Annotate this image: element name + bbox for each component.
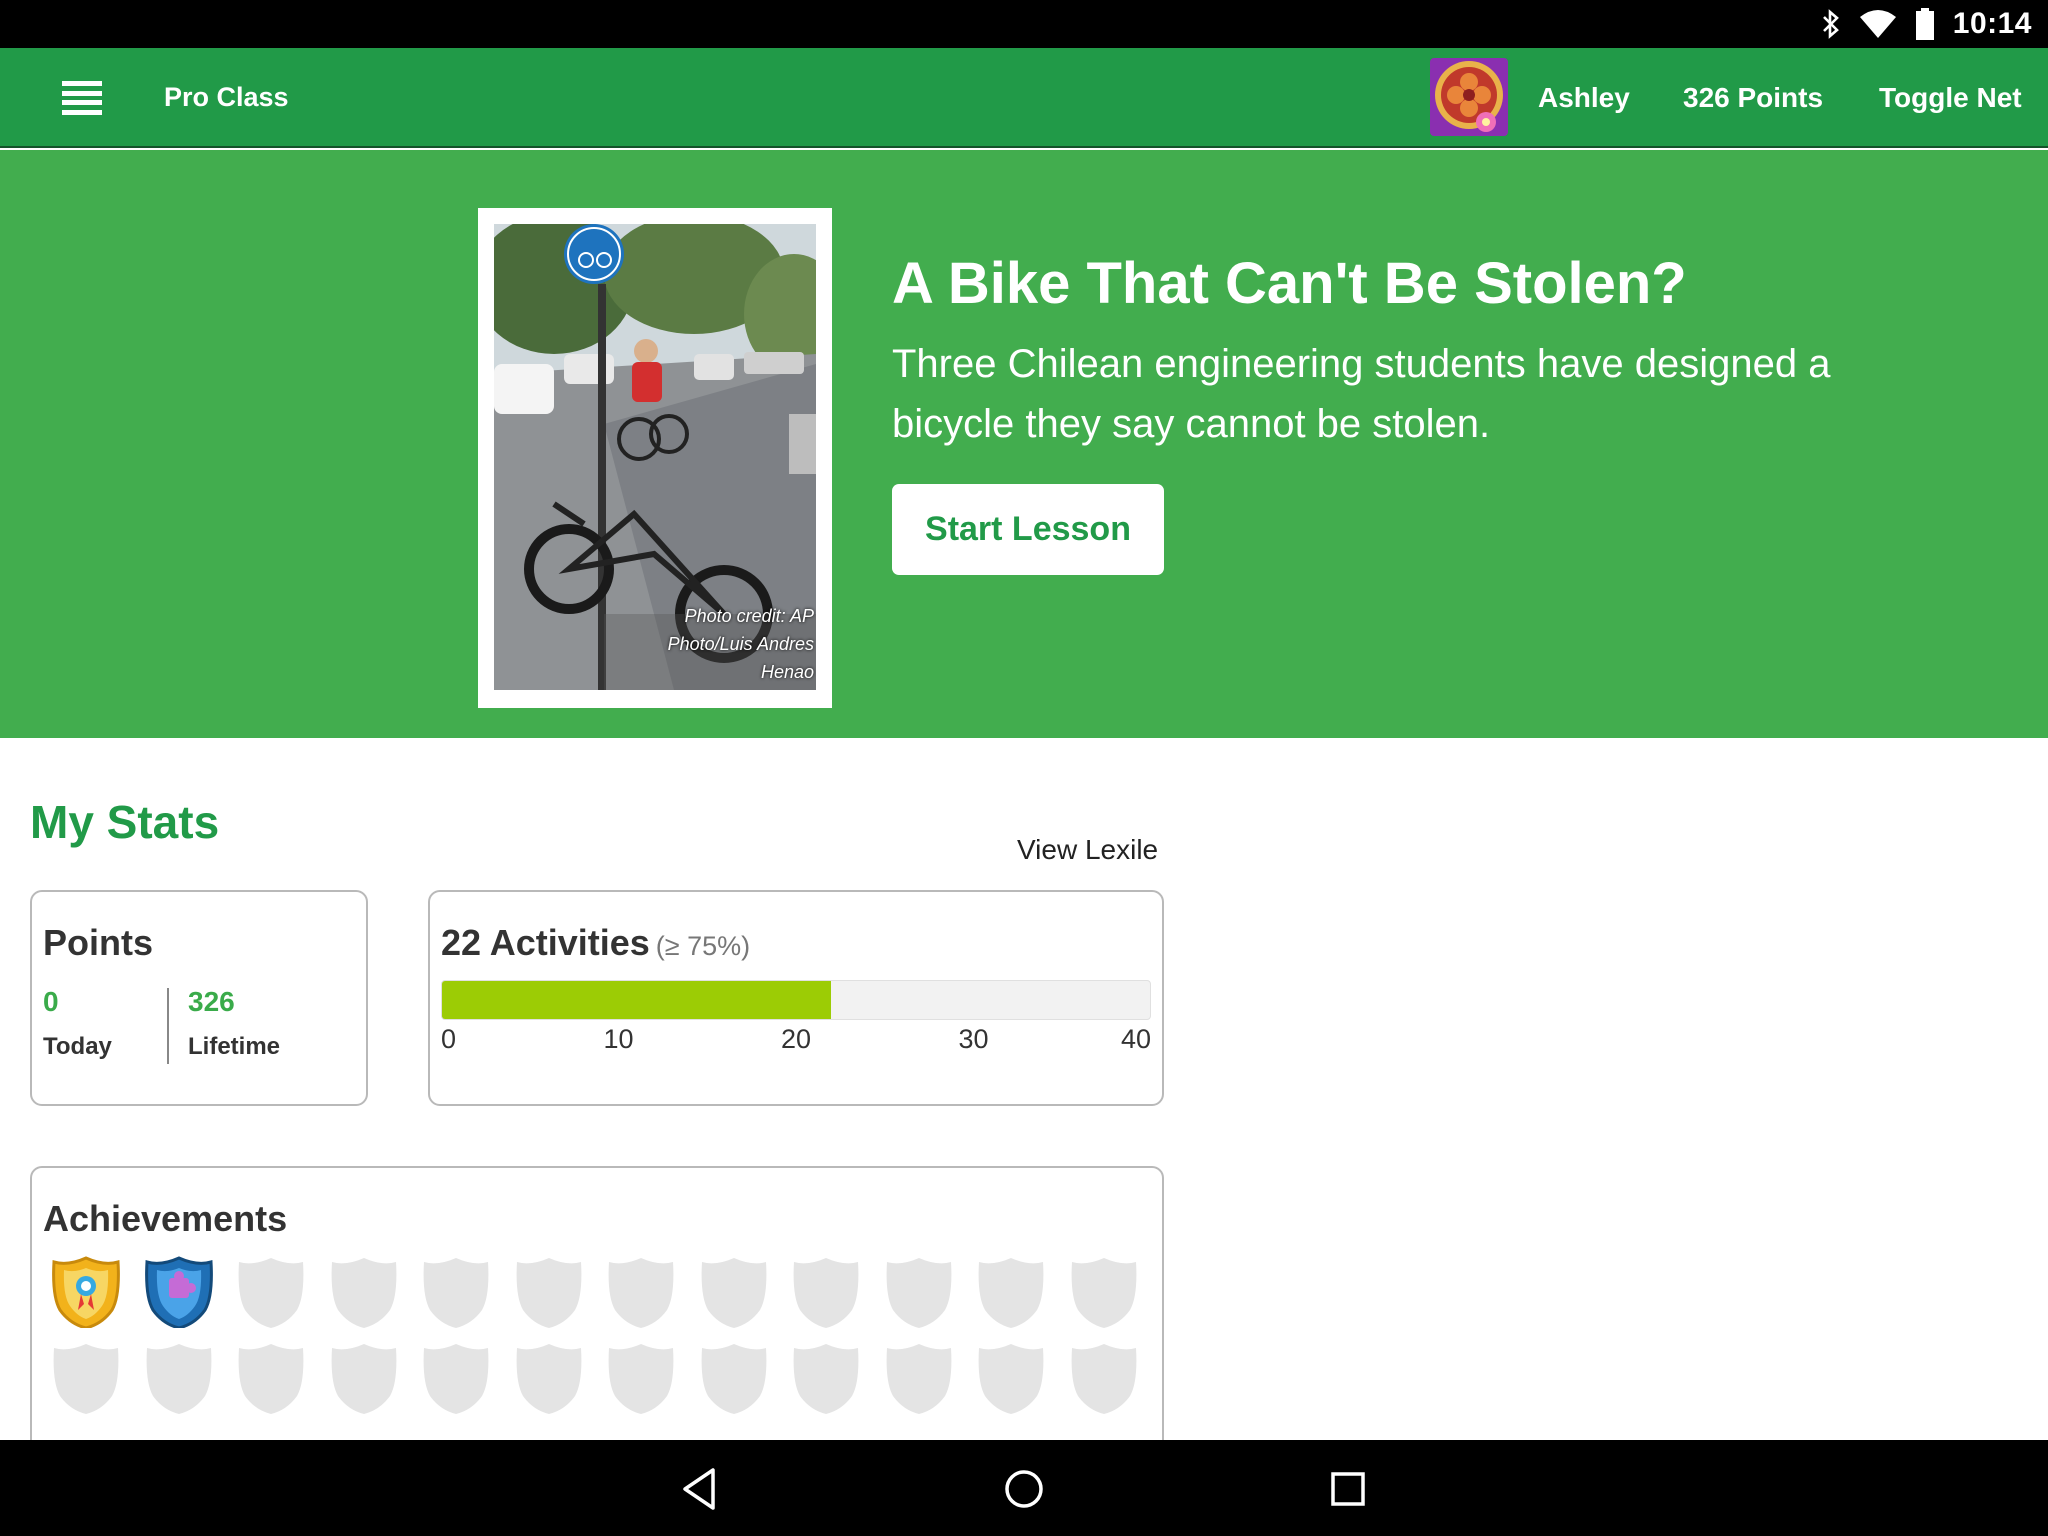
- progress-tick: 20: [780, 1024, 812, 1054]
- points-today: 0 Today: [43, 986, 112, 1061]
- points-card: Points 0 Today 326 Lifetime: [30, 890, 368, 1106]
- activities-card: 22 Activities (≥ 75%) 0 10 20 30 40: [428, 890, 1164, 1106]
- points-card-title: Points: [43, 922, 154, 963]
- battery-icon: [1915, 8, 1934, 40]
- locked-achievement-icon[interactable]: [885, 1342, 953, 1414]
- clock: 10:14: [1952, 7, 2032, 40]
- lesson-summary: Three Chilean engineering students have …: [892, 342, 1831, 446]
- locked-achievement-icon[interactable]: [515, 1342, 583, 1414]
- lesson-photo: Photo credit: AP Photo/Luis Andres Henao: [494, 224, 816, 690]
- my-stats-heading: My Stats: [30, 796, 220, 848]
- progress-tick: 10: [603, 1024, 634, 1054]
- class-name[interactable]: Pro Class: [164, 82, 289, 113]
- points-lifetime: 326 Lifetime: [188, 986, 280, 1061]
- activities-progress-fill: [442, 981, 832, 1019]
- activities-count: 22 Activities: [441, 922, 650, 963]
- recents-icon[interactable]: [1323, 1464, 1373, 1514]
- user-name[interactable]: Ashley: [1538, 82, 1630, 114]
- wifi-icon: [1859, 10, 1896, 38]
- back-icon[interactable]: [675, 1464, 725, 1514]
- locked-achievement-icon[interactable]: [422, 1256, 490, 1328]
- lesson-hero: Photo credit: AP Photo/Luis Andres Henao…: [0, 150, 2048, 738]
- locked-achievement-icon[interactable]: [885, 1256, 953, 1328]
- locked-achievement-icon[interactable]: [237, 1256, 305, 1328]
- locked-achievement-icon[interactable]: [977, 1256, 1045, 1328]
- activities-threshold: (≥ 75%): [655, 931, 751, 961]
- locked-achievement-icon[interactable]: [977, 1342, 1045, 1414]
- activities-title: 22 Activities (≥ 75%): [441, 922, 750, 964]
- toggle-net-button[interactable]: Toggle Net: [1879, 82, 2022, 114]
- locked-achievement-icon[interactable]: [1070, 1256, 1138, 1328]
- view-lexile-link[interactable]: View Lexile: [1017, 834, 1158, 866]
- points-today-label: Today: [43, 1033, 112, 1060]
- navigation-bar: [0, 1440, 2048, 1536]
- points-lifetime-value: 326: [188, 986, 235, 1017]
- locked-achievement-icon[interactable]: [330, 1342, 398, 1414]
- photo-credit: Photo credit: AP Photo/Luis Andres Henao: [667, 606, 814, 682]
- home-icon[interactable]: [999, 1464, 1049, 1514]
- locked-achievement-icon[interactable]: [607, 1342, 675, 1414]
- points-total[interactable]: 326 Points: [1683, 82, 1823, 114]
- locked-achievement-icon[interactable]: [237, 1342, 305, 1414]
- status-bar: 10:14: [0, 0, 2048, 48]
- locked-achievement-icon[interactable]: [700, 1256, 768, 1328]
- bluetooth-icon: [1822, 9, 1839, 39]
- points-lifetime-label: Lifetime: [188, 1033, 281, 1060]
- progress-tick: 30: [958, 1024, 989, 1054]
- locked-achievement-icon[interactable]: [52, 1342, 120, 1414]
- status-icons: 10:14: [1821, 0, 2032, 48]
- hamburger-menu-icon[interactable]: [62, 81, 102, 115]
- achievements-title: Achievements: [43, 1198, 288, 1239]
- locked-achievement-icon[interactable]: [1070, 1342, 1138, 1414]
- locked-achievement-icon[interactable]: [145, 1342, 213, 1414]
- avatar[interactable]: [1430, 58, 1508, 136]
- locked-achievement-icon[interactable]: [792, 1256, 860, 1328]
- locked-achievement-icon[interactable]: [330, 1256, 398, 1328]
- lesson-photo-frame[interactable]: Photo credit: AP Photo/Luis Andres Henao: [478, 208, 832, 708]
- activities-progress-bar: [441, 980, 1151, 1020]
- blue-puzzle-shield-icon[interactable]: [144, 1256, 213, 1330]
- app-bar: Pro Class Ashley 326 Points Toggle Net: [0, 48, 2048, 148]
- lesson-title: A Bike That Can't Be Stolen?: [892, 251, 1687, 316]
- locked-achievement-icon[interactable]: [792, 1342, 860, 1414]
- gold-ribbon-shield-icon[interactable]: [52, 1256, 120, 1330]
- locked-achievement-icon[interactable]: [700, 1342, 768, 1414]
- progress-tick: 0: [441, 1024, 457, 1054]
- locked-achievement-icon[interactable]: [607, 1256, 675, 1328]
- locked-achievement-icon[interactable]: [422, 1342, 490, 1414]
- locked-achievement-icon[interactable]: [515, 1256, 583, 1328]
- progress-tick: 40: [1120, 1024, 1151, 1054]
- points-today-value: 0: [43, 986, 59, 1017]
- start-lesson-button[interactable]: Start Lesson: [892, 484, 1164, 575]
- points-divider: [167, 988, 169, 1064]
